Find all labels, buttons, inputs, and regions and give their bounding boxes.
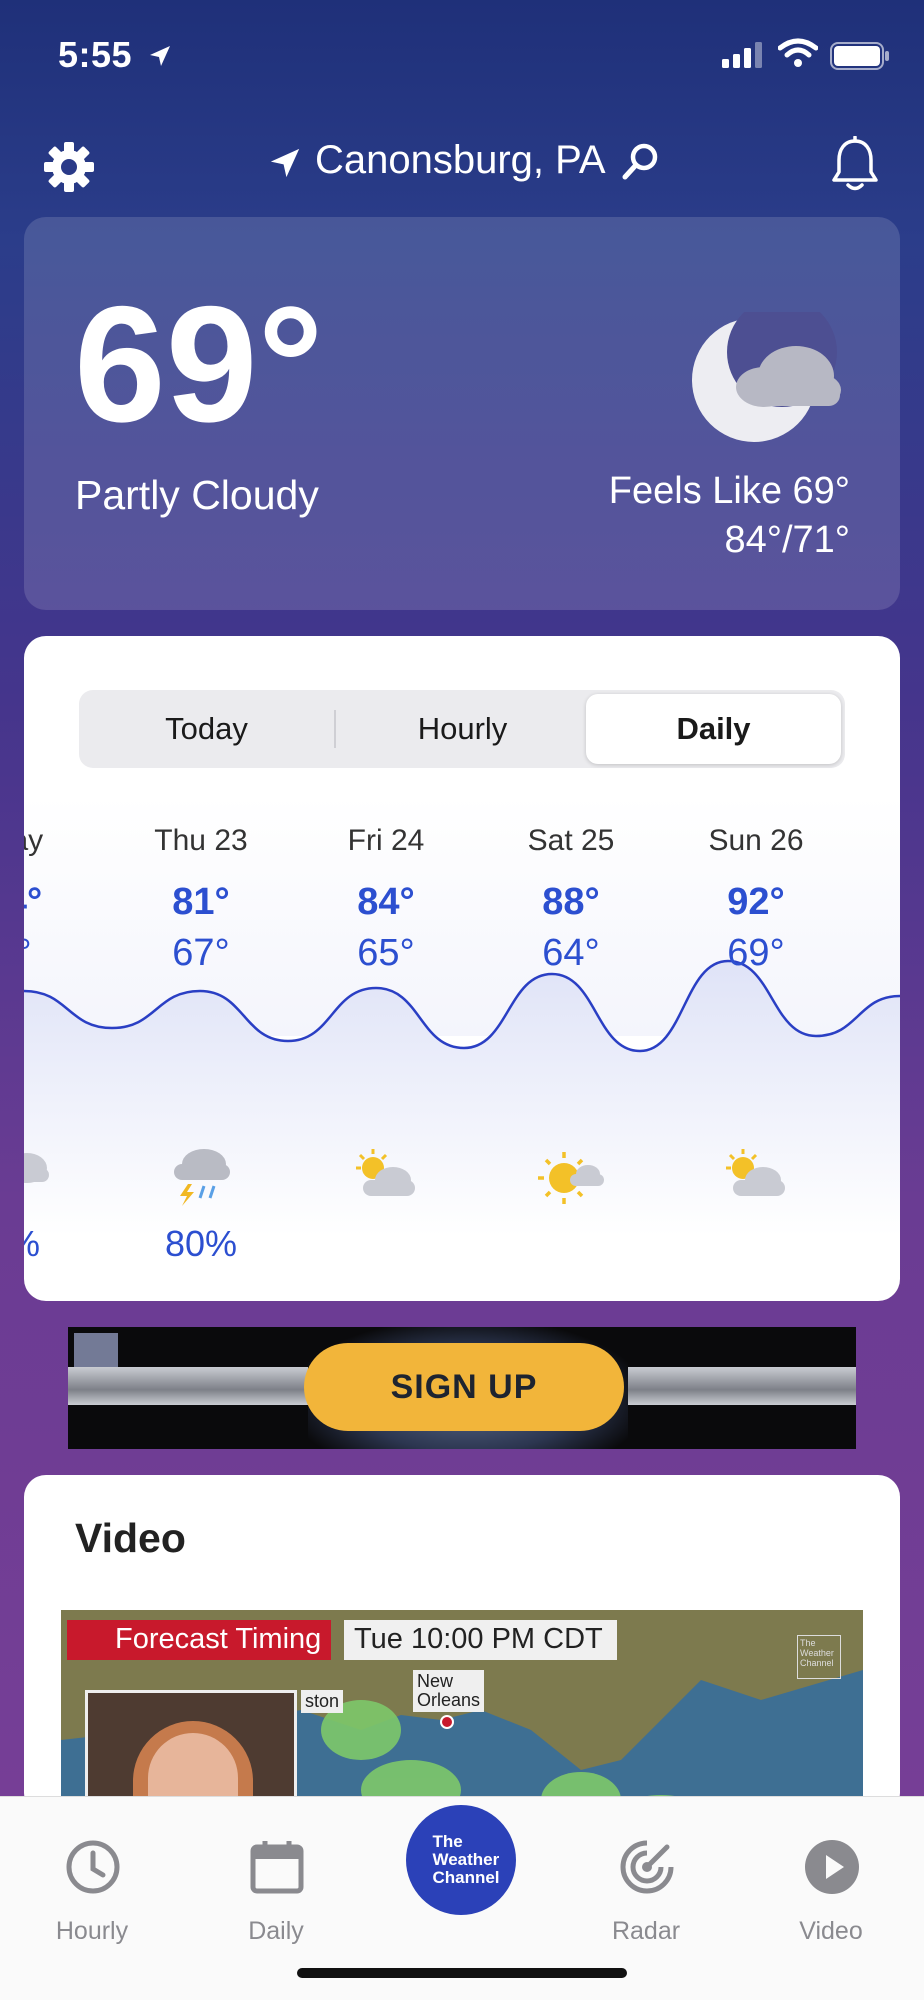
- section-title: Video: [75, 1515, 186, 1561]
- ad-choices-icon[interactable]: [74, 1333, 118, 1367]
- location-name[interactable]: Canonsburg, PA: [315, 138, 606, 183]
- battery-icon: [830, 42, 889, 70]
- current-condition: Partly Cloudy: [75, 472, 319, 518]
- day-high: 92°: [727, 881, 785, 923]
- current-temperature: 69°: [74, 272, 324, 456]
- day-name: Fri 24: [347, 824, 425, 857]
- day-high: 4°: [24, 881, 43, 923]
- app-header: Canonsburg, PA: [0, 130, 924, 200]
- location-arrow-icon: [270, 148, 300, 178]
- map-city-label: ston: [301, 1690, 344, 1713]
- tab-label: Video: [799, 1917, 863, 1945]
- current-conditions-card[interactable]: 69° Partly Cloudy Feels Like 69° 84°/71°: [24, 217, 900, 610]
- cellular-signal-icon: [722, 42, 762, 68]
- hi-lo-temperature: 84°/71°: [724, 519, 851, 561]
- day-name: Thu 23: [154, 824, 248, 857]
- thunderstorm-icon: [174, 1149, 230, 1206]
- sign-up-button[interactable]: SIGN UP: [304, 1343, 624, 1431]
- video-card: Video Forecast Timing Tue 10:00 PM CDT N…: [24, 1475, 900, 1815]
- day-name: M: [821, 824, 901, 858]
- day-precip: %: [24, 1223, 114, 1265]
- logo-line: Weather: [432, 1850, 500, 1869]
- tab-label: Hourly: [55, 1917, 129, 1945]
- day-name: Sun 26: [708, 824, 804, 857]
- twc-logo-button[interactable]: The Weather Channel: [406, 1805, 516, 1915]
- day-low: 65°: [357, 932, 415, 974]
- moon-cloud-icon: [692, 312, 841, 442]
- ad-banner[interactable]: SIGN UP: [68, 1327, 856, 1449]
- status-time: 5:55: [58, 34, 133, 75]
- logo-line: The: [432, 1832, 463, 1851]
- play-icon: [805, 1840, 859, 1894]
- bell-icon[interactable]: [830, 136, 880, 194]
- clock-icon: [66, 1840, 120, 1894]
- mostly-sunny-icon: [538, 1152, 604, 1204]
- logo-line: Channel: [432, 1868, 500, 1887]
- radar-icon: [620, 1840, 674, 1894]
- day-name: lay: [24, 824, 44, 857]
- calendar-icon: [250, 1841, 304, 1894]
- partly-cloudy-icon: [356, 1149, 415, 1196]
- map-city-label: New Orleans: [413, 1670, 485, 1712]
- feels-like: Feels Like 69°: [608, 470, 850, 512]
- day-high: 84°: [357, 881, 415, 923]
- wifi-icon: [778, 38, 818, 67]
- day-low: 67°: [172, 932, 230, 974]
- cloud-rain-icon: [24, 1153, 49, 1183]
- video-thumbnail[interactable]: Forecast Timing Tue 10:00 PM CDT New Orl…: [61, 1610, 863, 1815]
- tab-label: Radar: [611, 1917, 681, 1945]
- forecast-card: Today Hourly Daily lay 4° ° % Thu: [24, 636, 900, 1301]
- tab-label: Daily: [248, 1917, 304, 1945]
- search-icon[interactable]: [620, 142, 660, 182]
- gear-icon[interactable]: [42, 140, 96, 194]
- day-precip: 80%: [164, 1223, 238, 1264]
- channel-logo: The Weather Channel: [797, 1635, 841, 1679]
- day-name: Sat 25: [527, 824, 615, 857]
- day-high: 88°: [542, 881, 600, 923]
- day-high: 81°: [172, 881, 230, 923]
- day-low: 64°: [542, 932, 600, 974]
- status-bar: 5:55: [0, 0, 924, 110]
- day-low: 69°: [727, 932, 785, 974]
- day-low: °: [24, 932, 114, 975]
- home-indicator: [297, 1968, 627, 1978]
- video-banner: Forecast Timing: [67, 1620, 332, 1660]
- partly-cloudy-icon: [726, 1149, 785, 1196]
- location-arrow-icon: [150, 46, 170, 66]
- video-date: Tue 10:00 PM CDT: [344, 1620, 617, 1660]
